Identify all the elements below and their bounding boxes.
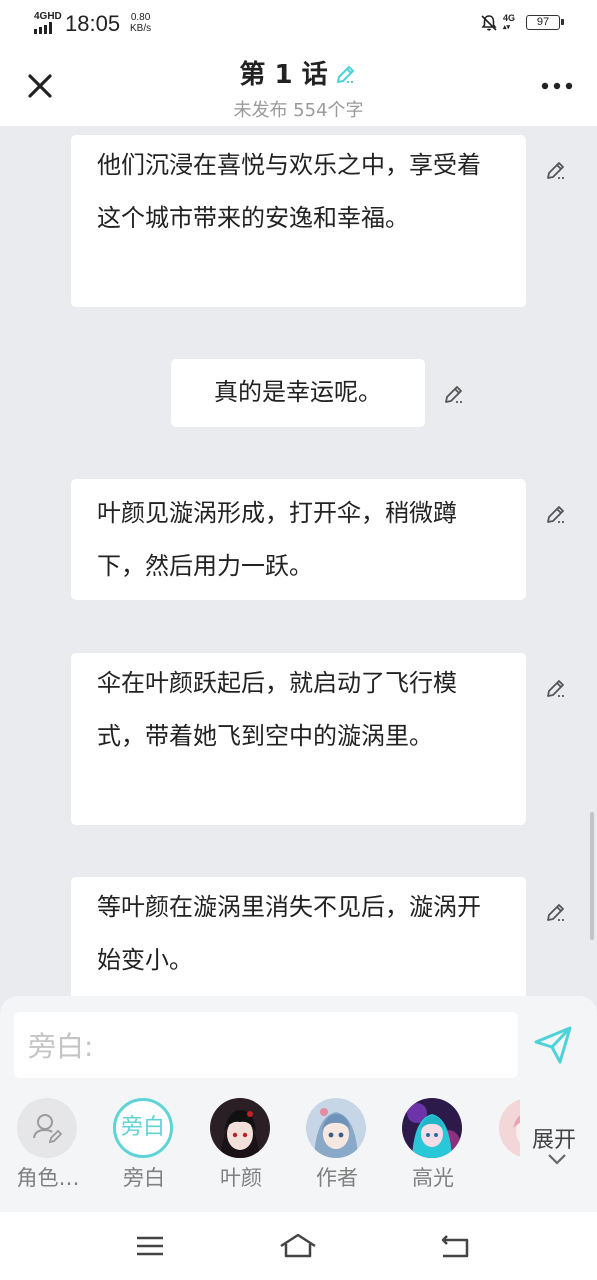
message-bubble[interactable]: 叶颜见漩涡形成，打开伞，稍微蹲下，然后用力一跃。 [71,479,526,600]
role-name: 高光 [412,1166,454,1190]
message-bubble[interactable]: 伞在叶颜跃起后，就启动了飞行模式，带着她飞到空中的漩涡里。 [71,653,526,825]
message-bubble[interactable]: 真的是幸运呢。 [171,359,425,427]
edit-icon[interactable] [545,898,569,922]
clock: 18:05 [65,11,121,36]
avatar [499,1098,520,1158]
status-bar: 4GHD 18:05 0.80 KB/s 4G ▴▾ 97 [0,0,597,48]
chevron-down-icon [548,1154,566,1165]
system-nav-bar [0,1212,597,1280]
add-role-icon [33,1114,63,1144]
cell-type-label: 4G [503,13,516,23]
page-title: 第 1 话 [239,60,328,90]
expand-button[interactable]: 展开 [520,1092,597,1202]
add-role-avatar [17,1098,77,1158]
signal-icon [34,22,56,34]
scrollbar-thumb[interactable] [590,812,594,940]
role-name: 叶颜 [220,1166,262,1190]
message-bubble[interactable]: 他们沉浸在喜悦与欢乐之中，享受着这个城市带来的安逸和幸福。 [71,135,526,307]
cell-type-icon: 4G ▴▾ [503,14,515,32]
role-selector: 角色… 旁白 旁白 叶颜 作者 高光 [0,1092,520,1202]
chapter-status: 未发布 554个字 [233,100,364,121]
avatar [402,1098,462,1158]
more-icon[interactable] [540,76,574,96]
menu-icon[interactable] [130,1230,170,1262]
title-group: 第 1 话 [0,54,597,91]
send-icon[interactable] [532,1022,576,1066]
bell-muted-icon [481,15,497,31]
speed-unit: KB/s [130,23,152,34]
message-input-box [14,1012,518,1080]
home-icon[interactable] [278,1230,318,1262]
header: 第 1 话 未发布 554个字 [0,48,597,126]
composer-panel: 角色… 旁白 旁白 叶颜 [0,996,597,1212]
edit-icon[interactable] [545,500,569,524]
avatar [306,1098,366,1158]
role-name: 角色… [16,1166,80,1190]
role-name: 纟 [478,1162,521,1192]
narrator-avatar: 旁白 [113,1098,173,1158]
edit-icon[interactable] [545,674,569,698]
network-type: 4GHD [34,11,62,22]
expand-label: 展开 [532,1128,577,1153]
network-speed: 0.80 KB/s [130,12,151,34]
role-name: 旁白 [123,1166,165,1190]
message-input[interactable] [26,1012,510,1080]
edit-icon[interactable] [443,380,467,404]
message-list: 他们沉浸在喜悦与欢乐之中，享受着这个城市带来的安逸和幸福。 真的是幸运呢。 叶颜… [0,126,597,996]
speed-value: 0.80 [130,12,151,23]
back-icon[interactable] [435,1230,475,1262]
role-name: 作者 [316,1166,358,1190]
pencil-icon[interactable] [334,61,358,85]
message-bubble[interactable]: 等叶颜在漩涡里消失不见后，漩涡开始变小。 [71,877,526,996]
battery-icon: 97 [526,15,564,30]
edit-icon[interactable] [545,156,569,180]
data-arrows-icon: ▴▾ [503,24,511,31]
avatar [210,1098,270,1158]
